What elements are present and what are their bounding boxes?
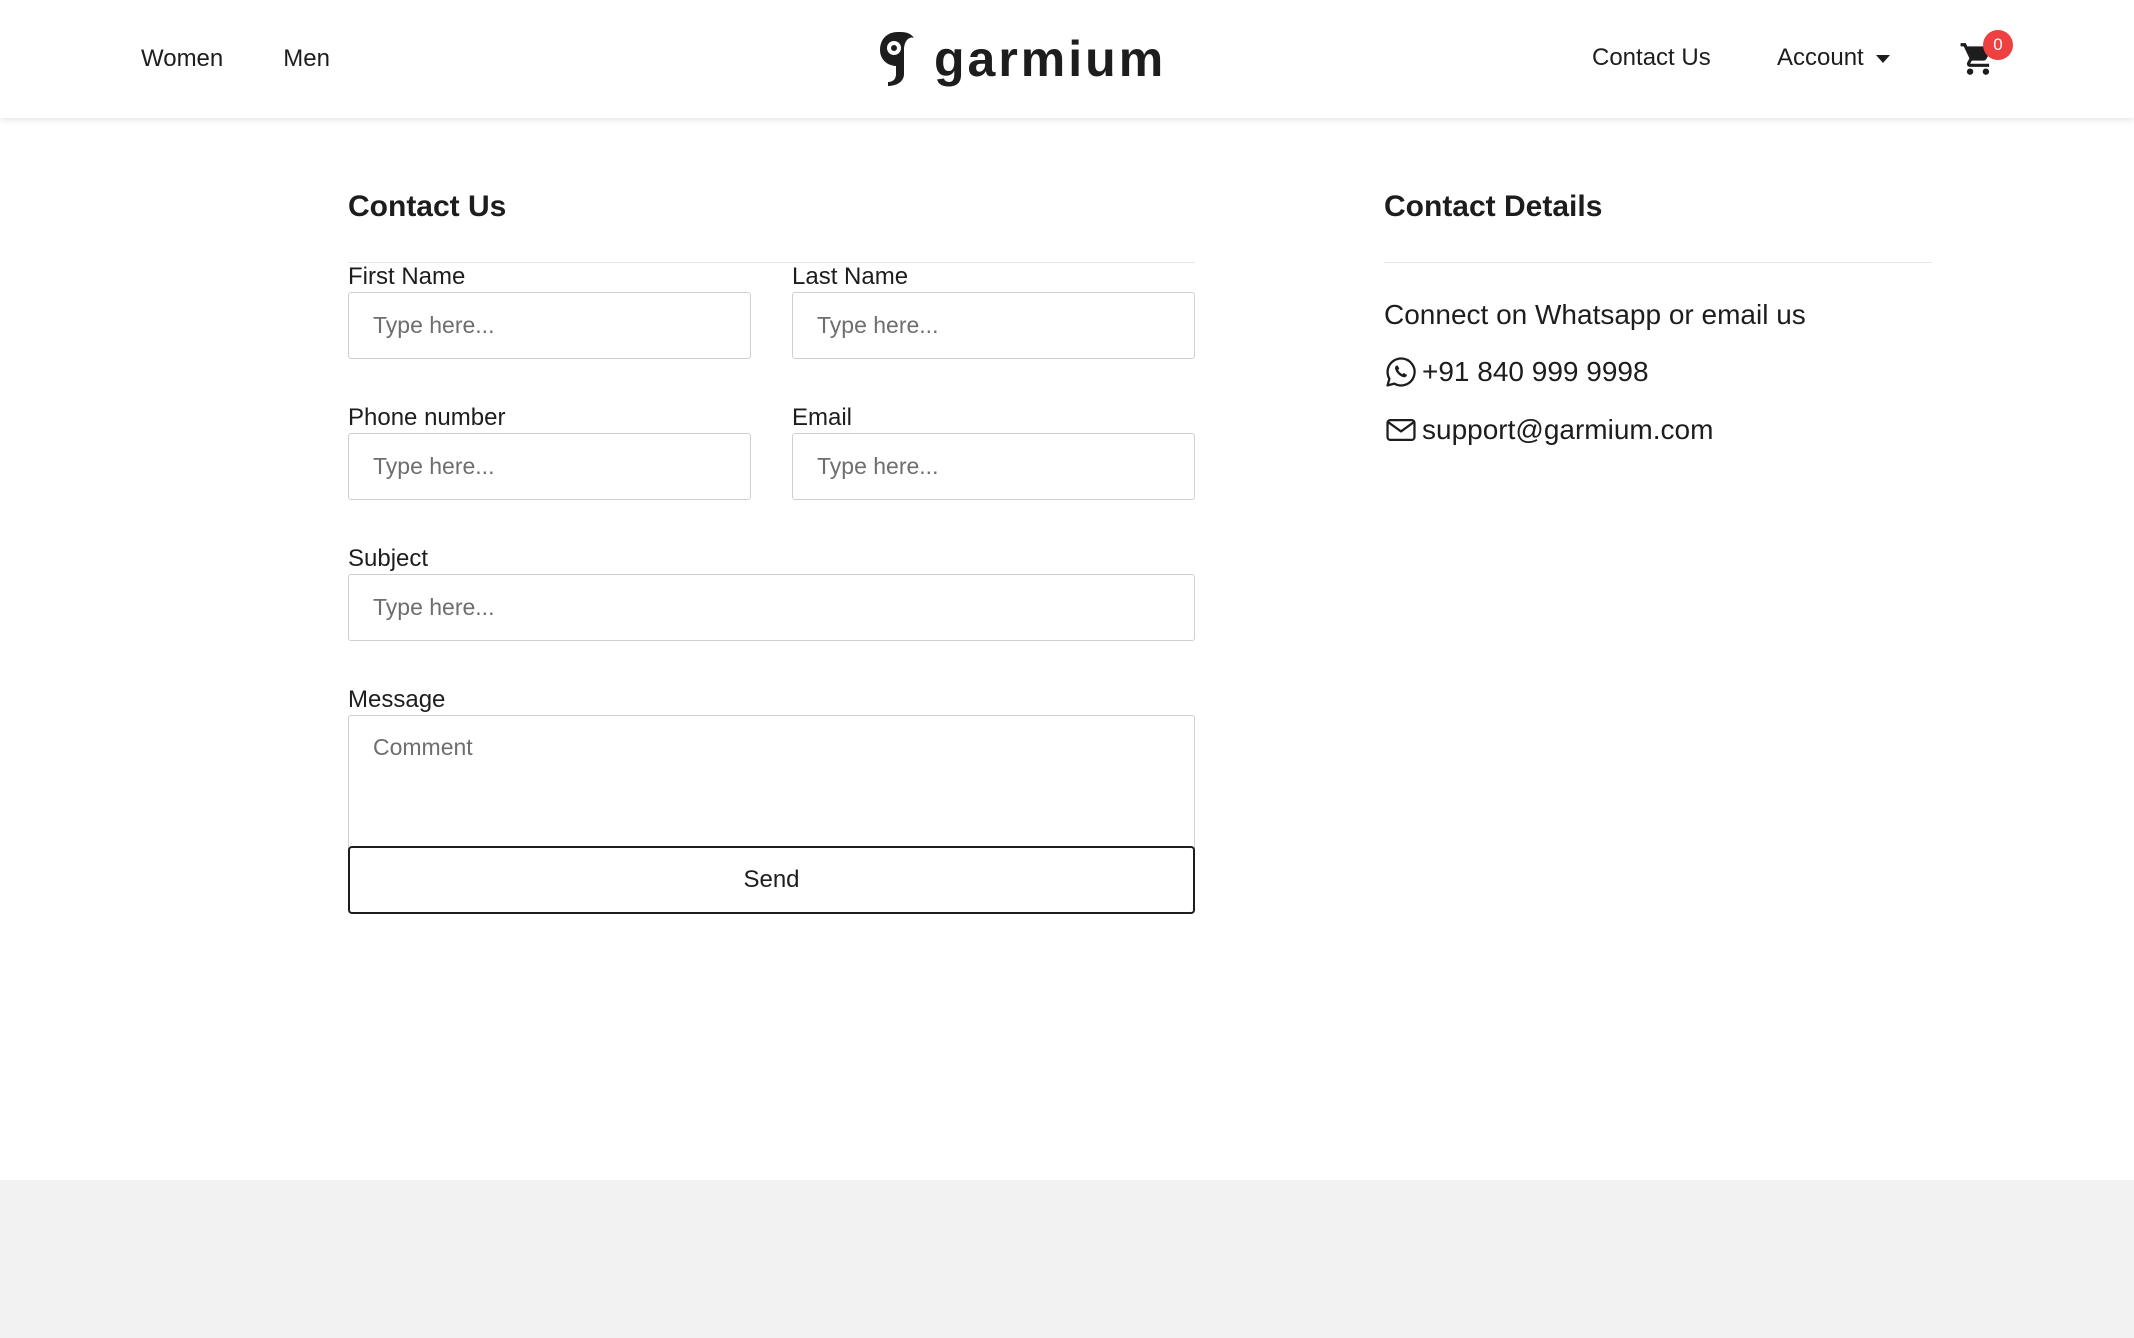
account-dropdown[interactable]: Account [1777,44,1890,72]
send-button[interactable]: Send [348,846,1195,914]
primary-nav: Women Men [141,0,330,118]
nav-contact-link[interactable]: Contact Us [1592,44,1711,72]
contact-form: Contact Us First Name Last Name Phone nu… [348,186,1195,1143]
email-input[interactable] [792,433,1195,500]
message-label: Message [348,686,446,713]
cart-button[interactable]: 0 [1959,30,2013,84]
email-contact[interactable]: support@garmium.com [1384,413,1932,447]
form-fields: First Name Last Name Phone number Email … [348,263,1195,1143]
last-name-input[interactable] [792,292,1195,359]
first-name-label: First Name [348,263,466,290]
support-email: support@garmium.com [1422,414,1714,445]
whatsapp-icon [1386,357,1416,387]
logo-mark-icon [880,32,914,86]
contact-form-title: Contact Us [348,190,507,223]
mail-icon [1386,418,1416,442]
contact-details-intro: Connect on Whatsapp or email us [1384,299,1806,330]
subject-label: Subject [348,545,429,572]
phone-label: Phone number [348,404,506,431]
cart-count-badge: 0 [1983,30,2013,60]
contact-details: Contact Details Connect on Whatsapp or e… [1384,186,1932,447]
first-name-input[interactable] [348,292,751,359]
whatsapp-number: +91 840 999 9998 [1422,356,1649,387]
site-footer [0,1180,2134,1338]
caret-down-icon [1875,55,1890,63]
nav-men-link[interactable]: Men [283,45,330,73]
whatsapp-contact[interactable]: +91 840 999 9998 [1384,355,1932,389]
site-logo[interactable]: garmium [876,28,1166,90]
contact-details-divider [1384,262,1932,263]
subject-input[interactable] [348,574,1195,641]
phone-input[interactable] [348,433,751,500]
nav-women-link[interactable]: Women [141,45,223,73]
contact-details-title: Contact Details [1384,190,1603,223]
secondary-nav: Contact Us Account 0 [1434,0,2134,118]
site-header: Women Men garmium Contact Us Account 0 [0,0,2134,118]
last-name-label: Last Name [792,263,909,290]
logo-text: garmium [934,31,1167,87]
email-label: Email [792,404,853,431]
account-label: Account [1777,44,1864,71]
